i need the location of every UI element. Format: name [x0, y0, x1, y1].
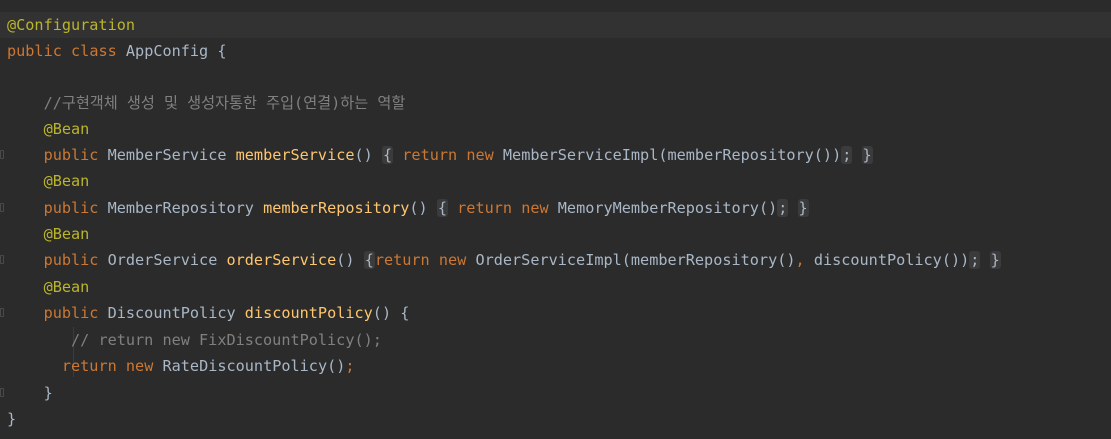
folded-open-brace[interactable]: { [436, 199, 448, 217]
code-line[interactable]: public class AppConfig { [0, 38, 1111, 64]
code-line[interactable]: @Bean [0, 116, 1111, 142]
keyword-new: new [125, 357, 154, 375]
keyword-return: return [374, 251, 430, 269]
parens: () [354, 146, 373, 164]
code-line[interactable]: @Bean [0, 168, 1111, 194]
expression: RateDiscountPolicy() [162, 357, 346, 375]
code-line[interactable]: return new RateDiscountPolicy(); [0, 353, 1111, 379]
folded-open-brace[interactable]: { [363, 251, 375, 269]
return-type: MemberService [107, 146, 227, 164]
keyword-public: public [43, 304, 99, 322]
code-line[interactable]: } [0, 406, 1111, 432]
open-brace: { [400, 304, 410, 322]
comment-korean: //구현객체 생성 및 생성자통한 주입(연결)하는 역할 [43, 94, 406, 112]
expression-arg: discountPolicy()) [813, 251, 970, 269]
parens: () [409, 199, 428, 217]
editor-top-strip [0, 0, 1111, 12]
code-line[interactable]: // return new FixDiscountPolicy(); [0, 327, 1111, 353]
code-line[interactable]: public MemberRepository memberRepository… [0, 195, 1111, 221]
return-type: OrderService [107, 251, 218, 269]
keyword-public: public [43, 251, 99, 269]
parens: () [336, 251, 355, 269]
code-line[interactable]: @Configuration [0, 12, 1111, 38]
open-brace: { [217, 42, 227, 60]
method-name: orderService [226, 251, 337, 269]
folded-close-brace[interactable]: } [861, 146, 873, 164]
folded-close-brace[interactable]: } [989, 251, 1001, 269]
fold-gutter-icon[interactable] [0, 308, 4, 317]
keyword-return: return [61, 357, 117, 375]
keyword-return: return [402, 146, 458, 164]
expression: MemberServiceImpl(memberRepository()) [502, 146, 842, 164]
class-name: AppConfig [125, 42, 209, 60]
method-name: discountPolicy [244, 304, 373, 322]
keyword-class: class [71, 42, 117, 60]
fold-gutter-icon[interactable] [0, 203, 4, 212]
keyword-public: public [7, 42, 62, 60]
configuration-annotation: @Configuration [7, 16, 136, 34]
expression: MemoryMemberRepository() [557, 199, 778, 217]
bean-annotation: @Bean [43, 120, 90, 138]
folded-open-brace[interactable]: { [381, 146, 394, 164]
code-editor[interactable]: @Configuration public class AppConfig { … [0, 0, 1111, 439]
keyword-new: new [438, 251, 467, 269]
code-line[interactable]: @Bean [0, 274, 1111, 300]
commented-code: // return new FixDiscountPolicy(); [71, 331, 382, 349]
code-line[interactable]: public DiscountPolicy discountPolicy() { [0, 300, 1111, 326]
keyword-new: new [466, 146, 494, 164]
folded-close-brace[interactable]: } [797, 199, 809, 217]
method-name: memberRepository [263, 199, 410, 217]
semicolon: ; [777, 199, 789, 217]
code-line[interactable]: //구현객체 생성 및 생성자통한 주입(연결)하는 역할 [0, 90, 1111, 116]
keyword-return: return [457, 199, 513, 217]
keyword-new: new [521, 199, 549, 217]
fold-gutter-icon[interactable] [0, 255, 4, 264]
bean-annotation: @Bean [43, 278, 90, 296]
close-brace: } [7, 410, 17, 428]
keyword-public: public [43, 199, 99, 217]
return-type: DiscountPolicy [107, 304, 236, 322]
bean-annotation: @Bean [43, 225, 90, 243]
code-line[interactable]: public MemberService memberService() { r… [0, 142, 1111, 168]
parens: () [372, 304, 392, 322]
keyword-public: public [43, 146, 99, 164]
fold-gutter-icon[interactable] [0, 388, 4, 397]
code-line[interactable]: public OrderService orderService() {retu… [0, 247, 1111, 273]
semicolon: ; [345, 357, 355, 375]
fold-gutter-icon[interactable] [0, 150, 4, 159]
return-type: MemberRepository [107, 199, 254, 217]
comma: , [795, 251, 805, 269]
expression: OrderServiceImpl(memberRepository() [475, 251, 796, 269]
semicolon: ; [841, 146, 853, 164]
method-name: memberService [235, 146, 355, 164]
code-line[interactable]: @Bean [0, 221, 1111, 247]
semicolon: ; [969, 251, 981, 269]
close-brace: } [43, 384, 53, 402]
bean-annotation: @Bean [43, 172, 90, 190]
code-line[interactable]: } [0, 380, 1111, 406]
